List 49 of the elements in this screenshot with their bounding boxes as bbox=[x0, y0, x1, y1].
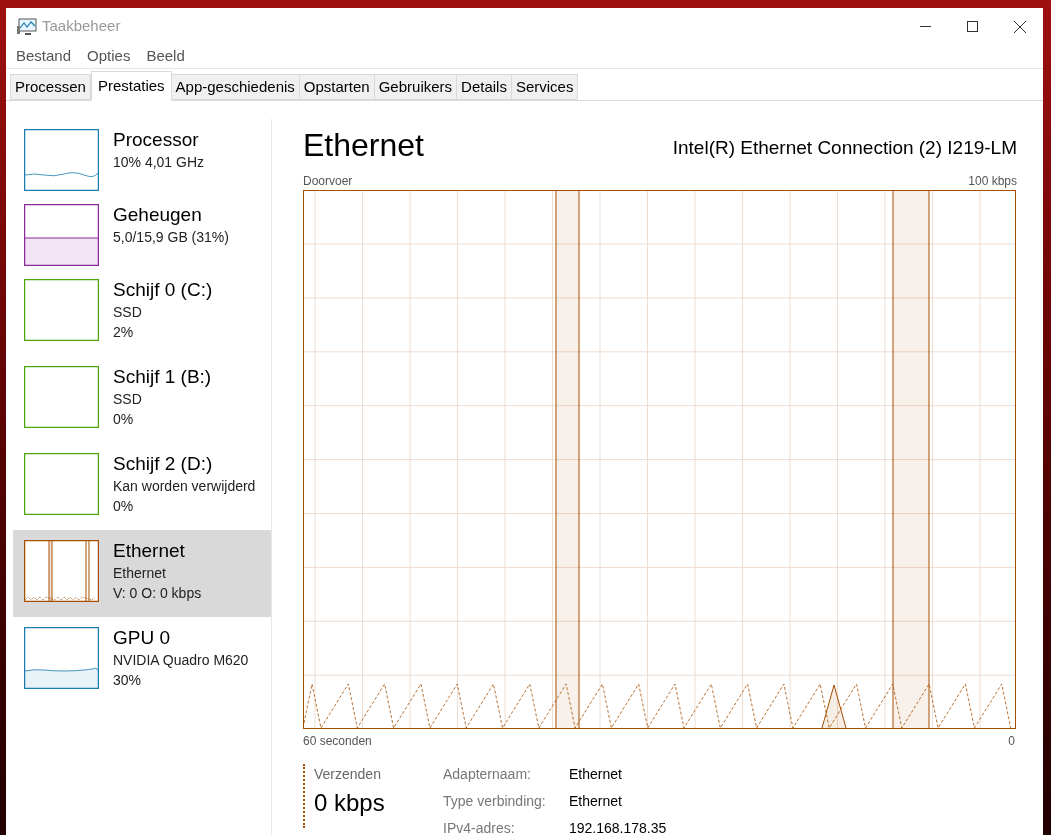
item-detail: 5,0/15,9 GB (31%) bbox=[113, 228, 229, 247]
detail-label: IPv4-adres: bbox=[443, 819, 516, 835]
item-detail: Ethernet bbox=[113, 564, 167, 583]
detail-label: Adapternaam: bbox=[443, 765, 532, 784]
item-detail: 0% bbox=[113, 410, 135, 429]
axis-end-label: 0 bbox=[1008, 733, 1015, 750]
send-value: 0 kbps bbox=[314, 788, 386, 818]
graph-label: Doorvoer bbox=[303, 173, 353, 190]
item-detail: 2% bbox=[113, 323, 135, 342]
item-title: GPU 0 bbox=[113, 626, 172, 650]
item-detail: 30% bbox=[113, 671, 143, 690]
item-detail: Kan worden verwijderd bbox=[113, 477, 256, 496]
window-title: Taakbeheer bbox=[42, 16, 121, 37]
tab[interactable]: Details bbox=[457, 74, 512, 100]
item-title: Schijf 2 (D:) bbox=[113, 452, 214, 476]
tab[interactable]: Processen bbox=[10, 74, 91, 100]
tab[interactable]: Prestaties bbox=[90, 71, 172, 101]
item-detail: NVIDIA Quadro M620 bbox=[113, 651, 249, 670]
send-label: Verzenden bbox=[314, 765, 382, 784]
menu-item[interactable]: Bestand bbox=[11, 45, 77, 68]
panel-title: Ethernet bbox=[303, 126, 424, 164]
item-title: Schijf 1 (B:) bbox=[113, 365, 212, 389]
detail-value: 192.168.178.35 bbox=[569, 819, 667, 835]
axis-max-label: 100 kbps bbox=[968, 173, 1017, 190]
item-title: Schijf 0 (C:) bbox=[113, 278, 213, 302]
item-title: Processor bbox=[113, 128, 200, 152]
throughput-spike bbox=[821, 684, 847, 729]
item-title: Ethernet bbox=[113, 539, 186, 563]
adapter-name: Intel(R) Ethernet Connection (2) I219-LM bbox=[672, 135, 1017, 160]
maximize-icon bbox=[967, 21, 978, 32]
item-detail: 0% bbox=[113, 497, 135, 516]
detail-label: Type verbinding: bbox=[443, 792, 547, 811]
axis-start-label: 60 seconden bbox=[303, 733, 372, 750]
item-detail: SSD bbox=[113, 303, 143, 322]
tab[interactable]: Gebruikers bbox=[374, 74, 458, 100]
item-detail: SSD bbox=[113, 390, 143, 409]
item-detail: V: 0 O: 0 kbps bbox=[113, 584, 202, 603]
item-detail: 10% 4,01 GHz bbox=[113, 153, 205, 172]
detail-value: Ethernet bbox=[569, 792, 623, 811]
close-icon bbox=[1013, 20, 1026, 33]
menu-item[interactable]: Beeld bbox=[141, 45, 190, 68]
menu-item[interactable]: Opties bbox=[82, 45, 136, 68]
monitor-chart-icon bbox=[17, 17, 37, 36]
tab[interactable]: Opstarten bbox=[299, 74, 375, 100]
sidebar-item[interactable]: Ethernet Ethernet V: 0 O: 0 kbps bbox=[13, 530, 271, 617]
item-title: Geheugen bbox=[113, 203, 203, 227]
tab[interactable]: Services bbox=[511, 74, 579, 100]
tab[interactable]: App-geschiedenis bbox=[171, 74, 300, 100]
detail-value: Ethernet bbox=[569, 765, 623, 784]
